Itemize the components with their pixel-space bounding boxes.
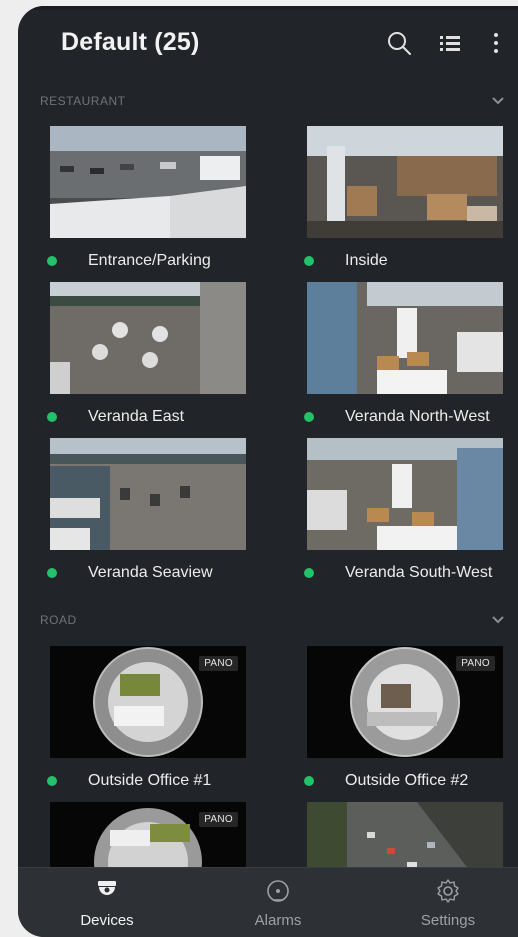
camera-name: Veranda Seaview (88, 564, 213, 581)
app-screen: Default (25) RESTAURANT Entrance/Parking… (18, 6, 518, 937)
alarm-icon (265, 878, 291, 904)
status-online-dot (47, 776, 57, 786)
status-online-dot (304, 568, 314, 578)
camera-thumbnail[interactable] (50, 126, 246, 238)
camera-tile[interactable]: Veranda Seaview (36, 438, 276, 583)
search-icon[interactable] (386, 30, 412, 56)
pano-badge: PANO (199, 812, 238, 827)
pano-badge: PANO (199, 656, 238, 671)
camera-name: Outside Office #1 (88, 772, 212, 789)
camera-tile[interactable]: Veranda South-West (293, 438, 518, 583)
camera-tile[interactable]: Inside (293, 126, 518, 271)
camera-name: Inside (345, 252, 388, 269)
camera-thumbnail[interactable] (50, 282, 246, 394)
fisheye-view: PANO (50, 646, 246, 758)
nav-label: Alarms (254, 912, 302, 929)
nav-alarms[interactable]: Alarms (213, 868, 343, 937)
status-online-dot (47, 568, 57, 578)
camera-tile[interactable]: Veranda North-West (293, 282, 518, 427)
nav-label: Devices (80, 912, 134, 929)
app-header: Default (25) (18, 6, 518, 86)
status-online-dot (47, 256, 57, 266)
nav-settings[interactable]: Settings (383, 868, 513, 937)
gear-icon (435, 878, 461, 904)
status-online-dot (304, 776, 314, 786)
list-view-icon[interactable] (437, 30, 463, 56)
section-header-road[interactable]: ROAD (18, 613, 518, 633)
nav-devices[interactable]: Devices (42, 868, 172, 937)
section-title: RESTAURANT (40, 94, 126, 108)
bottom-navigation: Devices Alarms Settings (18, 867, 518, 937)
camera-thumbnail[interactable] (50, 438, 246, 550)
camera-thumbnail[interactable] (307, 282, 503, 394)
status-online-dot (47, 412, 57, 422)
camera-tile[interactable]: PANO Outside Office #2 (293, 646, 518, 791)
camera-name: Veranda North-West (345, 408, 490, 425)
camera-thumbnail[interactable]: PANO (307, 646, 503, 758)
status-online-dot (304, 412, 314, 422)
camera-thumbnail[interactable] (307, 438, 503, 550)
camera-name: Veranda East (88, 408, 185, 425)
fisheye-view: PANO (307, 646, 503, 758)
status-online-dot (304, 256, 314, 266)
camera-tile[interactable]: PANO Outside Office #1 (36, 646, 276, 791)
camera-thumbnail[interactable]: PANO (50, 646, 246, 758)
camera-tile[interactable]: Entrance/Parking (36, 126, 276, 271)
camera-name: Outside Office #2 (345, 772, 469, 789)
camera-tile[interactable]: Veranda East (36, 282, 276, 427)
more-vertical-icon[interactable] (490, 30, 502, 56)
page-title: Default (25) (61, 28, 200, 56)
camera-thumbnail[interactable] (307, 126, 503, 238)
camera-icon (94, 878, 120, 904)
nav-label: Settings (420, 912, 476, 929)
camera-name: Entrance/Parking (88, 252, 211, 269)
section-title: ROAD (40, 613, 77, 627)
chevron-down-icon[interactable] (490, 611, 506, 627)
section-header-restaurant[interactable]: RESTAURANT (18, 94, 518, 114)
chevron-down-icon[interactable] (490, 92, 506, 108)
pano-badge: PANO (456, 656, 495, 671)
camera-name: Veranda South-West (345, 564, 493, 581)
